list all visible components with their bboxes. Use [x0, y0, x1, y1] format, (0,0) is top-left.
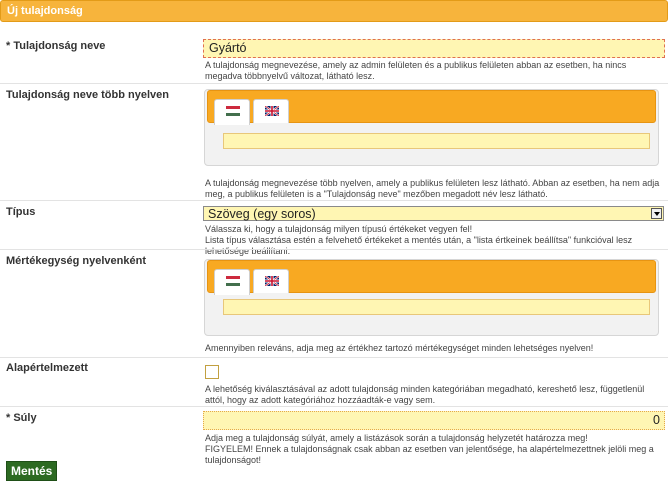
uk-flag-icon	[265, 276, 279, 286]
default-label: Alapértelmezett	[6, 362, 88, 374]
unit-multilang-input[interactable]	[223, 299, 650, 315]
default-checkbox[interactable]	[205, 365, 219, 379]
weight-label: * Súly	[6, 412, 37, 424]
row-divider	[0, 357, 668, 358]
type-help-line2: Lista típus választása estén a felvehető…	[205, 235, 633, 256]
chevron-down-icon[interactable]	[651, 208, 662, 219]
name-multilang-input[interactable]	[223, 133, 650, 149]
tab-hungarian[interactable]	[214, 269, 250, 295]
type-select[interactable]: Szöveg (egy soros)	[203, 206, 664, 221]
row-divider	[0, 249, 668, 250]
name-label: * Tulajdonság neve	[6, 40, 106, 52]
type-help-line1: Válassza ki, hogy a tulajdonság milyen t…	[205, 224, 473, 234]
uk-flag-icon	[265, 106, 279, 116]
unit-help: Amennyiben releváns, adja meg az értékhe…	[205, 343, 594, 353]
tab-english[interactable]	[253, 269, 289, 293]
weight-input-value: 0	[653, 413, 660, 427]
unit-label: Mértékegység nyelvenként	[6, 255, 147, 267]
name-multilang-label: Tulajdonság neve több nyelven	[6, 89, 169, 101]
default-help: A lehetőség kiválasztásával az adott tul…	[205, 384, 645, 405]
type-select-value: Szöveg (egy soros)	[208, 207, 316, 221]
row-divider	[0, 200, 668, 201]
name-multilang-box	[204, 89, 659, 166]
tab-english[interactable]	[253, 99, 289, 123]
weight-help-line2: FIGYELEM! Ennek a tulajdonságnak csak ab…	[205, 444, 654, 465]
hu-flag-icon	[226, 276, 240, 286]
language-tab-bar	[207, 90, 656, 125]
form-title: Új tulajdonság	[7, 5, 83, 17]
weight-input[interactable]: 0	[203, 411, 665, 430]
language-tab-bar	[207, 260, 656, 295]
row-divider	[0, 406, 668, 407]
unit-multilang-box	[204, 259, 659, 336]
type-label: Típus	[6, 206, 36, 218]
form-header: Új tulajdonság	[0, 0, 668, 22]
save-button[interactable]: Mentés	[6, 461, 58, 481]
name-input-value: Gyártó	[209, 41, 247, 55]
hu-flag-icon	[226, 106, 240, 116]
name-multilang-help: A tulajdonság megnevezése több nyelven, …	[205, 178, 660, 199]
weight-help-line1: Adja meg a tulajdonság súlyát, amely a l…	[205, 433, 588, 443]
tab-hungarian[interactable]	[214, 99, 250, 125]
name-input[interactable]: Gyártó	[203, 39, 665, 58]
row-divider	[0, 83, 668, 84]
name-help: A tulajdonság megnevezése, amely az admi…	[205, 60, 627, 81]
